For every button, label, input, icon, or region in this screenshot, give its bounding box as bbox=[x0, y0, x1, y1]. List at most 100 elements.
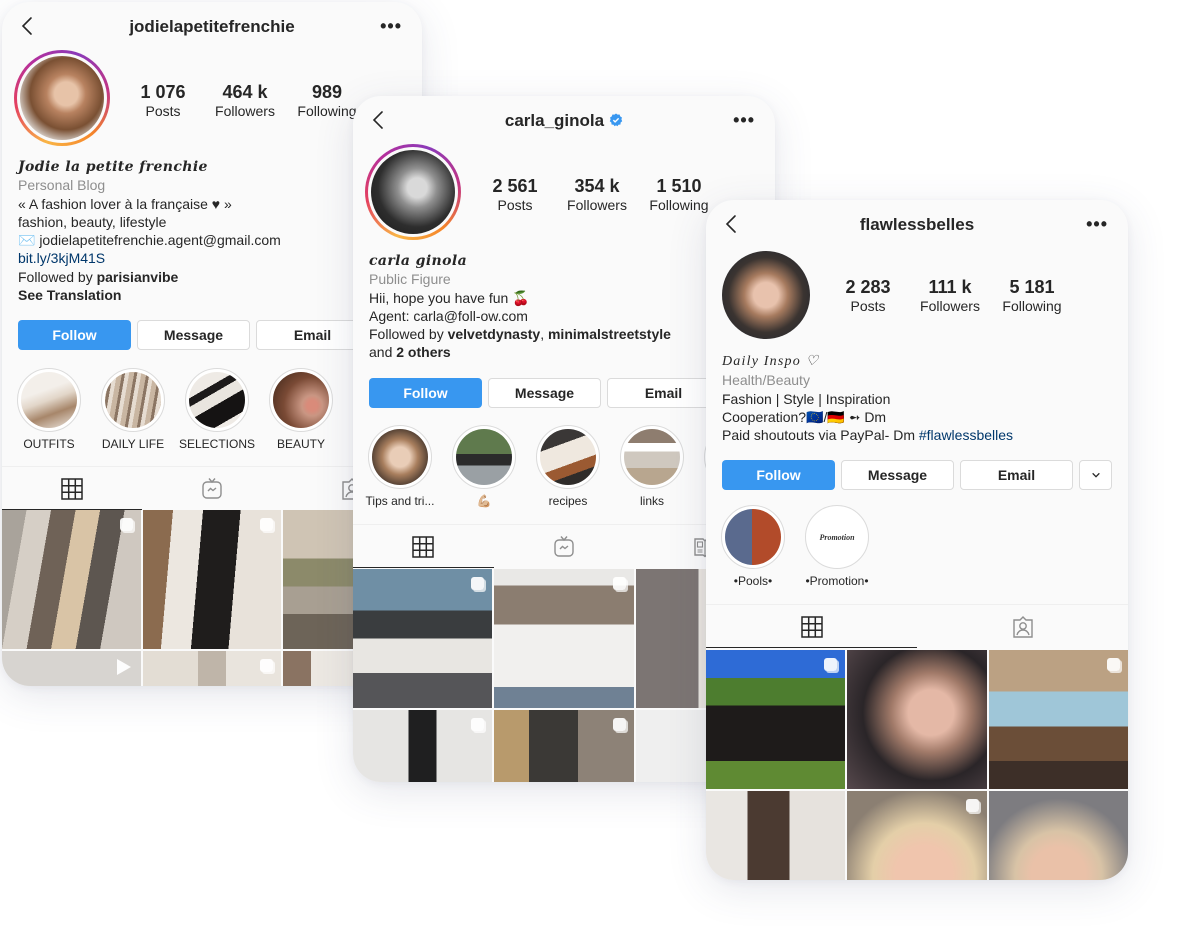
display-name: Daily Inspo ♡ bbox=[722, 354, 820, 369]
tab-tagged[interactable] bbox=[917, 605, 1128, 648]
carousel-icon bbox=[260, 518, 274, 531]
highlight-outfits[interactable]: OUTFITS bbox=[16, 368, 82, 451]
more-options-icon[interactable]: ••• bbox=[380, 16, 402, 37]
story-highlights: •Pools• Promotion •Promotion• bbox=[720, 505, 870, 588]
more-options-icon[interactable]: ••• bbox=[733, 110, 755, 131]
stat-followers[interactable]: 354 k Followers bbox=[556, 176, 638, 214]
bio-line: Fashion | Style | Inspiration bbox=[722, 390, 891, 407]
message-button[interactable]: Message bbox=[137, 320, 250, 350]
follower-link[interactable]: minimalstreetstyle bbox=[548, 326, 671, 342]
post-tile[interactable] bbox=[988, 791, 1128, 880]
bio-line: Paid shoutouts via PayPal- Dm #flawlessb… bbox=[722, 427, 1014, 444]
stat-following[interactable]: 5 181 Following bbox=[991, 277, 1073, 315]
profile-stats: 2 283 Posts 111 k Followers 5 181 Following bbox=[827, 277, 1073, 315]
tab-posts-grid[interactable] bbox=[2, 467, 142, 510]
followed-by: Followed by parisianvibe bbox=[18, 268, 179, 285]
tab-igtv[interactable] bbox=[142, 467, 282, 510]
bio-email[interactable]: ✉️ jodielapetitefrenchie.agent@gmail.com bbox=[18, 231, 406, 249]
stat-followers[interactable]: 464 k Followers bbox=[204, 82, 286, 120]
display-name: carla ginola bbox=[369, 253, 468, 269]
highlight-cover bbox=[273, 372, 329, 428]
profile-header: carla_ginola ••• bbox=[353, 96, 775, 148]
hashtag-link[interactable]: #flawlessbelles bbox=[919, 427, 1013, 443]
message-button[interactable]: Message bbox=[841, 460, 954, 490]
follow-button[interactable]: Follow bbox=[722, 460, 835, 490]
email-button[interactable]: Email bbox=[607, 378, 720, 408]
bio-line: Hii, hope you have fun 🍒 bbox=[369, 289, 530, 306]
bio-line: Agent: carla@foll-ow.com bbox=[369, 307, 528, 324]
highlight-cover bbox=[540, 429, 596, 485]
highlight-selections[interactable]: SELECTIONS bbox=[179, 368, 255, 451]
stat-followers[interactable]: 111 k Followers bbox=[909, 277, 991, 315]
grid-icon bbox=[61, 477, 83, 500]
stat-posts[interactable]: 1 076 Posts bbox=[122, 82, 204, 120]
highlight-recipes[interactable]: recipes bbox=[535, 425, 601, 508]
carousel-icon bbox=[119, 518, 133, 531]
bio-link[interactable]: bit.ly/3kjM41S bbox=[18, 249, 406, 267]
stat-posts[interactable]: 2 283 Posts bbox=[827, 277, 909, 315]
tab-posts-grid[interactable] bbox=[706, 605, 917, 648]
carousel-icon bbox=[824, 658, 838, 671]
post-tile[interactable] bbox=[847, 791, 987, 880]
highlight-promotion[interactable]: Promotion •Promotion• bbox=[804, 505, 870, 588]
highlight-fitness[interactable]: 💪🏼 bbox=[451, 425, 517, 508]
category-label: Health/Beauty bbox=[722, 372, 810, 389]
post-tile[interactable] bbox=[494, 710, 634, 782]
post-tile[interactable] bbox=[2, 651, 141, 686]
profile-card-flawlessbelles: flawlessbelles ••• 2 283 Posts 111 k Follo… bbox=[706, 200, 1128, 880]
avatar[interactable] bbox=[722, 251, 810, 339]
tab-igtv[interactable] bbox=[494, 525, 635, 568]
email-button[interactable]: Email bbox=[960, 460, 1073, 490]
video-icon bbox=[116, 659, 131, 675]
stat-posts[interactable]: 2 561 Posts bbox=[474, 176, 556, 214]
category-label: Personal Blog bbox=[18, 177, 106, 194]
see-translation-link[interactable]: See Translation bbox=[18, 286, 406, 304]
highlight-beauty[interactable]: BEAUTY bbox=[268, 368, 334, 451]
carousel-icon bbox=[260, 659, 274, 672]
avatar-photo bbox=[722, 251, 810, 339]
profile-actions: Follow Message Email bbox=[722, 460, 1112, 490]
follower-link[interactable]: velvetdynasty bbox=[448, 326, 541, 342]
more-options-icon[interactable]: ••• bbox=[1086, 214, 1108, 235]
post-tile[interactable] bbox=[847, 650, 987, 789]
carousel-icon bbox=[612, 577, 626, 590]
highlight-daily-life[interactable]: DAILY LIFE bbox=[100, 368, 166, 451]
highlight-pools[interactable]: •Pools• bbox=[720, 505, 786, 588]
post-tile[interactable] bbox=[706, 791, 846, 880]
message-button[interactable]: Message bbox=[488, 378, 601, 408]
highlight-cover bbox=[624, 429, 680, 485]
followed-by: Followed by velvetdynasty, minimalstreet… bbox=[369, 326, 671, 343]
post-tile[interactable] bbox=[353, 569, 493, 708]
highlight-tips[interactable]: Tips and tri... bbox=[366, 425, 434, 508]
post-tile[interactable] bbox=[142, 510, 282, 649]
carousel-icon bbox=[471, 577, 485, 590]
chevron-down-icon bbox=[1091, 472, 1100, 478]
highlight-cover bbox=[372, 429, 428, 485]
carousel-icon bbox=[612, 718, 626, 731]
carousel-icon bbox=[471, 718, 485, 731]
post-tile[interactable] bbox=[2, 510, 141, 649]
post-tile[interactable] bbox=[494, 569, 634, 708]
post-tile[interactable] bbox=[988, 650, 1128, 789]
profile-actions: Follow Message Email bbox=[18, 320, 369, 350]
tagged-icon bbox=[1012, 615, 1033, 638]
others-link[interactable]: 2 others bbox=[396, 344, 450, 360]
verified-badge-icon bbox=[609, 113, 623, 127]
bio-line: Cooperation?🇪🇺/🇩🇪 ➻ Dm bbox=[722, 408, 887, 425]
post-tile[interactable] bbox=[353, 710, 493, 782]
follow-button[interactable]: Follow bbox=[18, 320, 131, 350]
post-tile[interactable] bbox=[706, 650, 846, 789]
suggested-dropdown-button[interactable] bbox=[1079, 460, 1112, 490]
display-name: Jodie la petite frenchie bbox=[18, 159, 208, 175]
follow-button[interactable]: Follow bbox=[369, 378, 482, 408]
follower-link[interactable]: parisianvibe bbox=[97, 269, 179, 285]
avatar[interactable] bbox=[365, 144, 461, 240]
avatar[interactable] bbox=[14, 50, 110, 146]
tab-posts-grid[interactable] bbox=[353, 525, 494, 568]
post-tile[interactable] bbox=[142, 651, 282, 686]
highlight-links[interactable]: links bbox=[619, 425, 685, 508]
profile-header: flawlessbelles ••• bbox=[706, 200, 1128, 252]
profile-bio: Daily Inspo ♡ Health/Beauty Fashion | St… bbox=[722, 353, 1112, 444]
carousel-icon bbox=[965, 799, 979, 812]
profile-stats: 1 076 Posts 464 k Followers 989 Following bbox=[122, 82, 368, 120]
